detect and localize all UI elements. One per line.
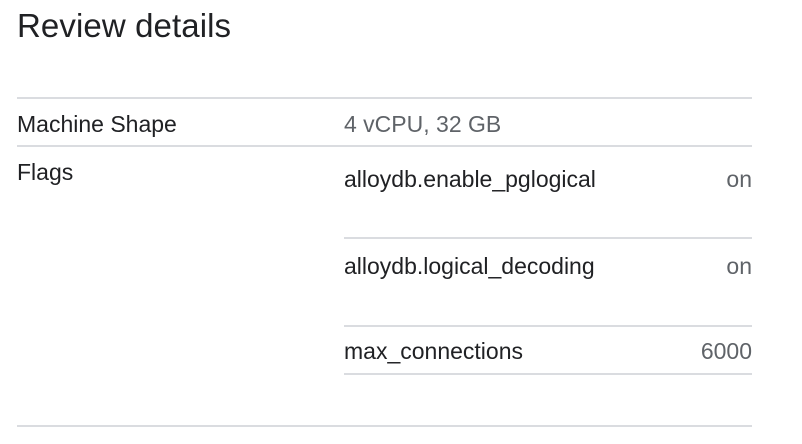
flag-name: alloydb.enable_pglogical xyxy=(344,166,596,192)
flag-name: max_connections xyxy=(344,338,523,364)
flag-row: alloydb.enable_pglogical on xyxy=(344,152,752,239)
machine-shape-label: Machine Shape xyxy=(17,111,177,137)
flag-value: on xyxy=(726,166,752,192)
flag-name: alloydb.logical_decoding xyxy=(344,253,595,279)
divider xyxy=(17,97,752,99)
flag-row: alloydb.logical_decoding on xyxy=(344,239,752,327)
flag-row: max_connections 6000 xyxy=(344,327,752,375)
flag-value: on xyxy=(726,253,752,279)
flags-label: Flags xyxy=(17,159,74,185)
page-title: Review details xyxy=(17,7,232,44)
flag-value: 6000 xyxy=(700,338,752,364)
flags-table: alloydb.enable_pglogical on alloydb.logi… xyxy=(344,152,752,375)
divider xyxy=(17,425,752,427)
machine-shape-value: 4 vCPU, 32 GB xyxy=(344,111,502,137)
divider xyxy=(17,145,752,147)
